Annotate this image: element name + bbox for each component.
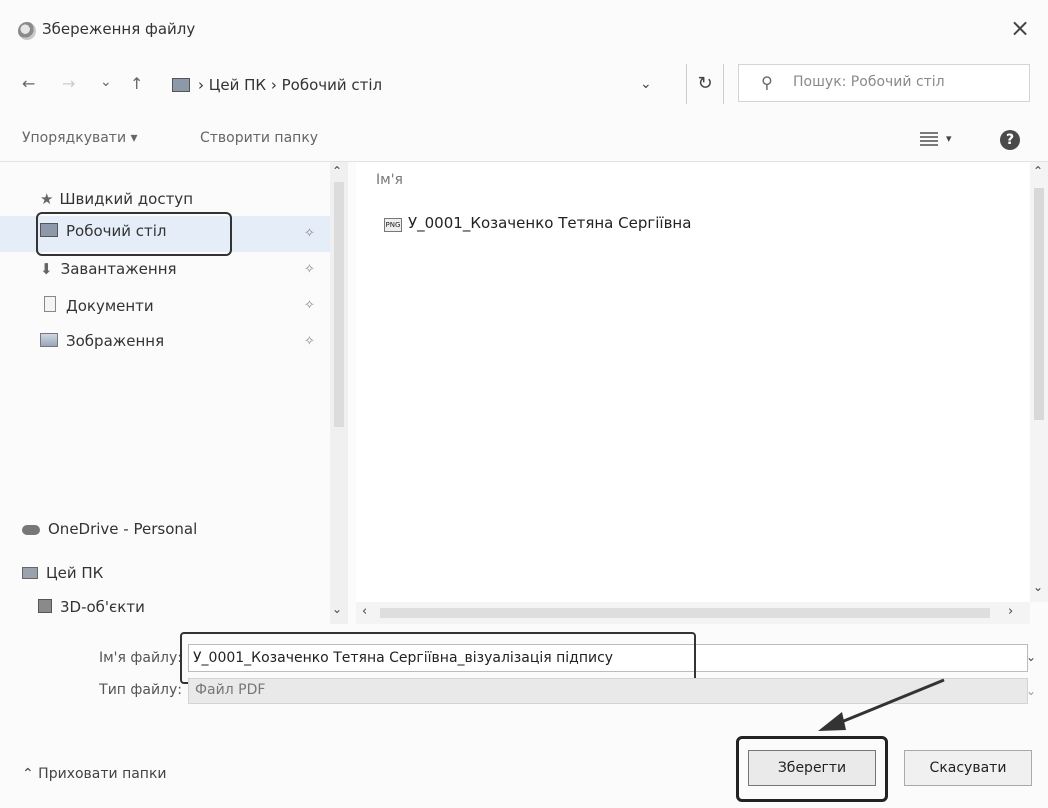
sidebar-item-documents[interactable]: Документи [40, 296, 154, 324]
pin-icon[interactable]: ✧ [304, 334, 315, 349]
help-icon[interactable]: ? [1000, 130, 1020, 150]
document-icon [44, 296, 56, 312]
sidebar-item-onedrive[interactable]: OneDrive - Personal [22, 520, 197, 548]
sidebar-item-this-pc[interactable]: Цей ПК [22, 564, 103, 592]
save-button[interactable]: Зберегти [748, 750, 876, 786]
hide-folders-toggle[interactable]: ⌃ Приховати папки [22, 766, 167, 782]
scroll-right-icon[interactable]: › [1008, 604, 1013, 619]
save-file-dialog: Збереження файлу × ← → ⌄ ↑ › Цей ПК › Ро… [0, 0, 1048, 808]
computer-icon [22, 567, 38, 579]
file-list: Ім'я PNG У_0001_Козаченко Тетяна Сергіївн… [356, 162, 1030, 602]
address-path: › Цей ПК › Робочий стіл [198, 76, 383, 94]
pin-icon[interactable]: ✧ [304, 262, 315, 277]
filename-highlight-frame [180, 632, 696, 684]
window-title: Збереження файлу [42, 20, 196, 38]
search-input[interactable]: Пошук: Робочий стіл [793, 74, 945, 90]
organize-button[interactable]: Упорядкувати ▾ [22, 130, 138, 146]
sidebar-item-pictures[interactable]: Зображення [40, 332, 164, 360]
cancel-button[interactable]: Скасувати [904, 750, 1032, 786]
view-dropdown-icon[interactable]: ▾ [946, 132, 952, 145]
horizontal-scrollbar[interactable]: ‹ › [356, 602, 1030, 624]
pin-icon[interactable]: ✧ [304, 226, 315, 241]
scrollbar-thumb[interactable] [334, 182, 344, 427]
refresh-icon[interactable]: ↻ [686, 64, 724, 104]
forward-arrow-icon[interactable]: → [62, 74, 75, 93]
filename-dropdown-icon[interactable]: ⌄ [1026, 650, 1036, 664]
desktop-folder-icon [172, 78, 190, 92]
toolbar: Упорядкувати ▾ Створити папку ▾ ? [0, 114, 1048, 162]
scroll-down-icon[interactable]: ⌄ [332, 602, 342, 616]
scroll-up-icon[interactable]: ⌃ [1033, 164, 1043, 178]
sidebar-item-3d-objects[interactable]: 3D-об'єкти [38, 598, 145, 626]
scroll-left-icon[interactable]: ‹ [362, 604, 367, 619]
cloud-icon [22, 525, 40, 535]
pictures-icon [40, 333, 58, 347]
cube-icon [38, 599, 52, 613]
pin-icon[interactable]: ✧ [304, 298, 315, 313]
column-header-name[interactable]: Ім'я [376, 172, 403, 188]
title-bar: Збереження файлу × [0, 0, 1048, 54]
filetype-select[interactable]: Файл PDF [188, 678, 1028, 704]
navigation-pane-scrollbar[interactable]: ⌃ ⌄ [330, 162, 348, 624]
filetype-label: Тип файлу: [99, 682, 182, 698]
scroll-down-icon[interactable]: ⌄ [1033, 580, 1043, 594]
recent-locations-chevron-icon[interactable]: ⌄ [100, 74, 112, 90]
download-arrow-icon: ⬇ [40, 260, 53, 278]
address-dropdown-icon[interactable]: ⌄ [640, 76, 652, 92]
up-arrow-icon[interactable]: ↑ [130, 74, 143, 93]
star-icon: ★ [40, 190, 54, 208]
new-folder-button[interactable]: Створити папку [200, 130, 318, 146]
image-file-icon: PNG [384, 218, 402, 232]
desktop-highlight-frame [36, 212, 232, 256]
search-icon: ⚲ [761, 73, 773, 92]
list-item[interactable]: PNG У_0001_Козаченко Тетяна Сергіївна [384, 214, 691, 232]
search-box[interactable]: ⚲ Пошук: Робочий стіл [738, 64, 1030, 102]
close-icon[interactable]: × [1006, 14, 1034, 42]
app-icon [18, 22, 36, 40]
address-bar[interactable]: › Цей ПК › Робочий стіл [158, 66, 678, 106]
view-options-icon[interactable] [920, 132, 938, 146]
sidebar-item-downloads[interactable]: ⬇ Завантаження [40, 260, 177, 288]
file-list-scrollbar[interactable]: ⌃ ⌄ [1030, 162, 1048, 602]
scrollbar-thumb[interactable] [380, 608, 990, 618]
scroll-up-icon[interactable]: ⌃ [332, 164, 342, 178]
filename-label: Ім'я файлу: [98, 650, 182, 666]
arrow-head [818, 712, 846, 731]
back-arrow-icon[interactable]: ← [22, 74, 35, 93]
scrollbar-thumb[interactable] [1034, 188, 1044, 420]
filetype-dropdown-icon[interactable]: ⌄ [1026, 684, 1036, 698]
